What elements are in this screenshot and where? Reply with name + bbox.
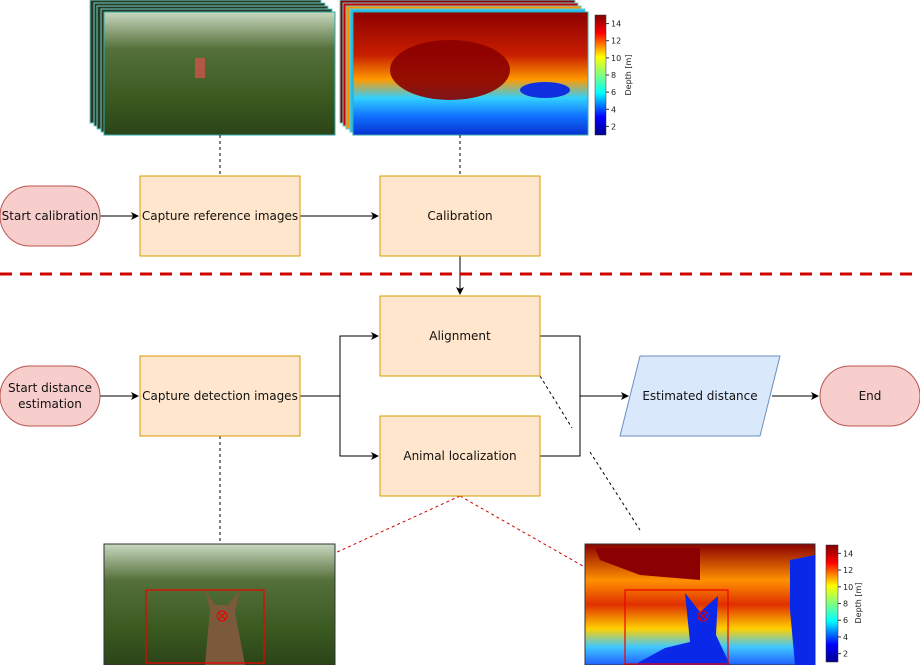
depth-map-stack <box>339 0 589 136</box>
svg-text:estimation: estimation <box>18 397 82 411</box>
colorbar-tick-label: 14 <box>611 20 621 29</box>
depth-colorbar-top: 14 12 10 8 6 4 2 Depth [m] <box>594 14 633 136</box>
colorbar-tick-label: 4 <box>611 105 616 114</box>
animal-localization-node[interactable]: Animal localization <box>379 415 541 497</box>
svg-text:Start calibration: Start calibration <box>2 209 99 223</box>
capture-reference-node[interactable]: Capture reference images <box>139 175 301 257</box>
reference-image-stack <box>89 0 336 136</box>
localization-link-photo <box>334 495 461 554</box>
svg-text:Estimated distance: Estimated distance <box>642 389 757 403</box>
capture-detection-node[interactable]: Capture detection images <box>139 355 301 437</box>
diagram-canvas: 14 12 10 8 6 4 2 Depth [m] Start calibration C… <box>0 0 920 665</box>
colorbar-label: Depth [m] <box>624 55 633 96</box>
svg-text:End: End <box>859 389 882 403</box>
detection-photo <box>103 543 336 665</box>
svg-text:Capture reference images: Capture reference images <box>142 209 298 223</box>
colorbar-tick-label: 10 <box>843 583 853 592</box>
colorbar-label-bottom: Depth [m] <box>854 583 863 624</box>
pipeline-diagram: 14 12 10 8 6 4 2 Depth [m] Start calibration C… <box>0 0 920 665</box>
colorbar-tick-label: 4 <box>843 633 848 642</box>
detection-depth-map <box>584 543 816 665</box>
colorbar-tick-label: 14 <box>843 549 853 558</box>
depth-colorbar-bottom: 14 12 10 8 6 4 2 Depth [m] <box>825 544 863 663</box>
colorbar-tick-label: 12 <box>611 37 621 46</box>
colorbar-tick-label: 2 <box>611 122 616 131</box>
colorbar-tick-label: 12 <box>843 566 853 575</box>
colorbar-tick-label: 6 <box>843 616 848 625</box>
estimated-distance-node[interactable]: Estimated distance <box>619 355 781 437</box>
calibration-marker <box>195 58 205 78</box>
svg-text:Alignment: Alignment <box>429 329 491 343</box>
colorbar-tick-label: 2 <box>843 650 848 659</box>
svg-text:Animal localization: Animal localization <box>403 449 516 463</box>
end-node[interactable]: End <box>819 365 920 427</box>
colorbar-tick-label: 8 <box>843 600 848 609</box>
reference-photo <box>103 11 336 136</box>
start-distance-node[interactable]: Start distance estimation <box>0 365 101 427</box>
svg-text:Start distance: Start distance <box>8 381 92 395</box>
svg-text:Capture detection images: Capture detection images <box>142 389 298 403</box>
colorbar-tick-label: 10 <box>611 54 621 63</box>
svg-text:Calibration: Calibration <box>427 209 492 223</box>
start-calibration-node[interactable]: Start calibration <box>0 185 101 247</box>
calibration-node[interactable]: Calibration <box>379 175 541 257</box>
colorbar-tick-label: 8 <box>611 71 616 80</box>
alignment-node[interactable]: Alignment <box>379 295 541 377</box>
colorbar-tick-label: 6 <box>611 88 616 97</box>
